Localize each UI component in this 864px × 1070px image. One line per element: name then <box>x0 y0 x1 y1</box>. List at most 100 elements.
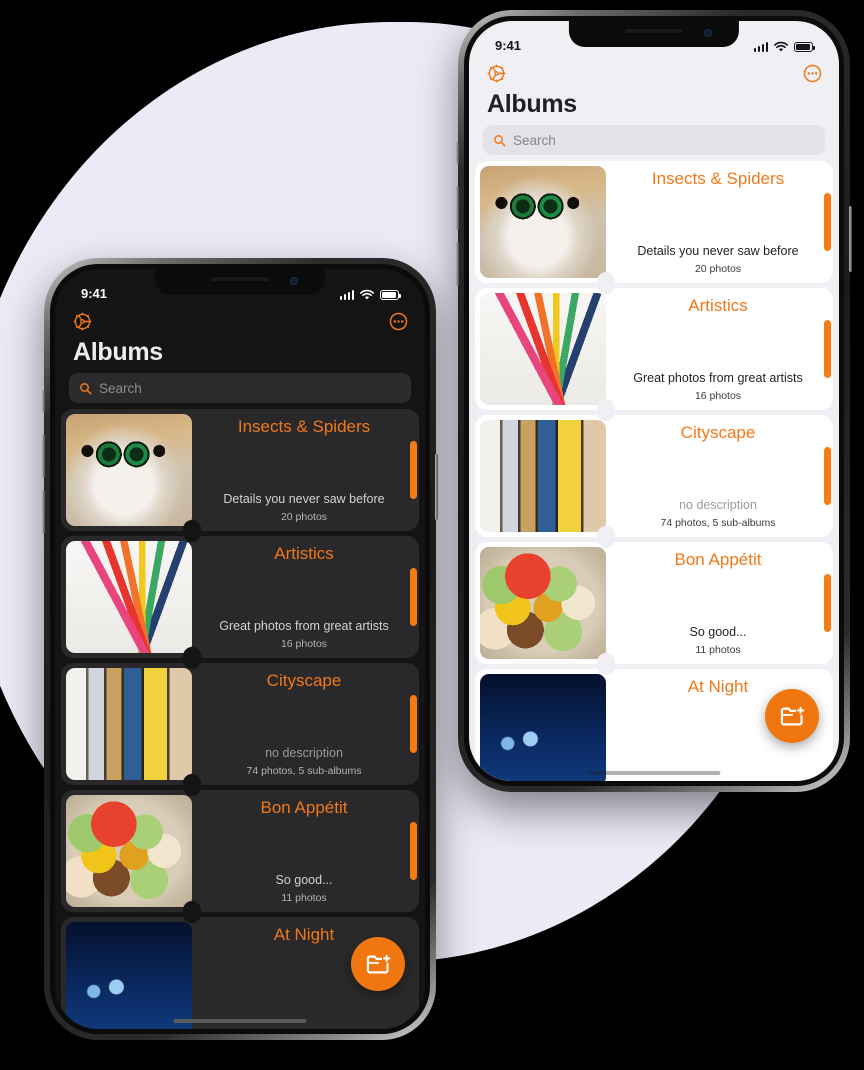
front-camera-icon <box>703 29 712 37</box>
album-action-handle[interactable] <box>410 822 417 881</box>
card-connector <box>183 520 201 543</box>
more-circle-icon[interactable] <box>387 310 409 332</box>
album-thumbnail <box>480 674 606 781</box>
signal-bars-icon <box>753 42 768 52</box>
more-circle-icon-glyph <box>389 312 407 330</box>
album-description: Details you never saw before <box>223 492 385 506</box>
new-album-button[interactable] <box>351 937 405 991</box>
album-card-body: Insects & Spiders Details you never saw … <box>611 161 833 283</box>
card-connector <box>183 774 201 797</box>
search-container: Search <box>55 365 425 409</box>
album-card[interactable]: Cityscape no description 74 photos, 5 su… <box>61 663 419 786</box>
album-title: Insects & Spiders <box>651 169 785 189</box>
album-list[interactable]: Insects & Spiders Details you never saw … <box>469 161 839 781</box>
album-count: 16 photos <box>280 638 328 651</box>
album-card-body: Cityscape no description 74 photos, 5 su… <box>197 663 419 785</box>
phone-button-volume-up[interactable] <box>456 186 459 230</box>
album-count: 11 photos <box>281 892 327 905</box>
new-folder-icon <box>780 705 805 725</box>
status-indicators <box>339 289 401 301</box>
album-action-handle[interactable] <box>824 193 831 252</box>
card-connector <box>597 526 615 549</box>
wifi-icon <box>360 289 374 300</box>
page-title: Albums <box>487 90 577 118</box>
battery-icon <box>794 42 815 52</box>
album-action-handle[interactable] <box>824 447 831 506</box>
search-input[interactable]: Search <box>483 125 825 156</box>
phone-screen-light: 9:41 Albums Search Insects & Spiders Det… <box>469 21 839 781</box>
search-input[interactable]: Search <box>69 373 411 404</box>
nav-bar <box>55 303 425 339</box>
album-thumbnail <box>480 293 606 406</box>
card-connector <box>597 399 615 422</box>
battery-icon <box>380 290 401 300</box>
album-count: 20 photos <box>280 511 328 524</box>
album-title: Bon Appétit <box>674 550 762 570</box>
phone-button-volume-down[interactable] <box>42 490 45 534</box>
album-card[interactable]: Cityscape no description 74 photos, 5 su… <box>475 415 833 538</box>
album-card-body: Insects & Spiders Details you never saw … <box>197 409 419 531</box>
card-connector <box>183 901 201 924</box>
app-albums-light: 9:41 Albums Search Insects & Spiders Det… <box>469 21 839 781</box>
album-description: Details you never saw before <box>637 244 799 258</box>
search-icon <box>79 382 92 395</box>
wifi-icon <box>774 41 788 52</box>
card-connector <box>597 653 615 676</box>
album-thumbnail <box>480 420 606 533</box>
album-description: So good... <box>275 873 333 887</box>
album-description: Great photos from great artists <box>633 371 803 385</box>
gear-icon[interactable] <box>485 62 507 84</box>
album-card[interactable]: Artistics Great photos from great artist… <box>475 288 833 411</box>
gear-icon[interactable] <box>71 310 93 332</box>
album-card[interactable]: Insects & Spiders Details you never saw … <box>475 161 833 284</box>
album-description: So good... <box>689 625 747 639</box>
album-thumbnail <box>66 922 192 1029</box>
home-indicator <box>587 771 721 775</box>
album-thumbnail <box>66 795 192 908</box>
album-title: Bon Appétit <box>260 798 348 818</box>
album-list[interactable]: Insects & Spiders Details you never saw … <box>55 409 425 1029</box>
new-album-button[interactable] <box>765 689 819 743</box>
app-albums-dark: 9:41 Albums Search Insects & Spiders Det… <box>55 269 425 1029</box>
album-card[interactable]: Artistics Great photos from great artist… <box>61 536 419 659</box>
search-placeholder: Search <box>99 380 142 396</box>
status-indicators <box>753 41 815 53</box>
album-card[interactable]: Insects & Spiders Details you never saw … <box>61 409 419 532</box>
album-action-handle[interactable] <box>410 695 417 754</box>
album-card[interactable]: Bon Appétit So good... 11 photos <box>475 542 833 665</box>
card-connector <box>597 272 615 295</box>
display-notch <box>154 269 326 295</box>
phone-button-volume-down[interactable] <box>456 242 459 286</box>
album-action-handle[interactable] <box>410 441 417 500</box>
display-notch <box>568 21 740 47</box>
phone-button-mute[interactable] <box>456 142 459 164</box>
album-card-body: Artistics Great photos from great artist… <box>197 536 419 658</box>
phone-button-power[interactable] <box>435 454 438 520</box>
album-count: 74 photos, 5 sub-albums <box>660 517 776 530</box>
phone-screen-dark: 9:41 Albums Search Insects & Spiders Det… <box>55 269 425 1029</box>
album-card-body: Bon Appétit So good... 11 photos <box>611 542 833 664</box>
nav-bar <box>469 55 839 91</box>
album-card[interactable]: Bon Appétit So good... 11 photos <box>61 790 419 913</box>
search-placeholder: Search <box>513 132 556 148</box>
album-card-body: Cityscape no description 74 photos, 5 su… <box>611 415 833 537</box>
album-thumbnail <box>66 668 192 781</box>
album-thumbnail <box>480 166 606 279</box>
album-card-body: Artistics Great photos from great artist… <box>611 288 833 410</box>
earpiece-speaker <box>211 277 269 281</box>
album-count: 74 photos, 5 sub-albums <box>246 765 362 778</box>
phone-button-power[interactable] <box>849 206 852 272</box>
more-circle-icon[interactable] <box>801 62 823 84</box>
album-title: Cityscape <box>680 423 756 443</box>
album-action-handle[interactable] <box>824 574 831 633</box>
signal-bars-icon <box>339 290 354 300</box>
album-action-handle[interactable] <box>824 320 831 379</box>
new-folder-icon <box>366 953 391 973</box>
phone-button-volume-up[interactable] <box>42 434 45 478</box>
album-action-handle[interactable] <box>410 568 417 627</box>
album-title: Artistics <box>274 544 334 564</box>
phone-button-mute[interactable] <box>42 390 45 412</box>
earpiece-speaker <box>625 29 683 33</box>
search-icon <box>493 134 506 147</box>
search-container: Search <box>469 117 839 161</box>
